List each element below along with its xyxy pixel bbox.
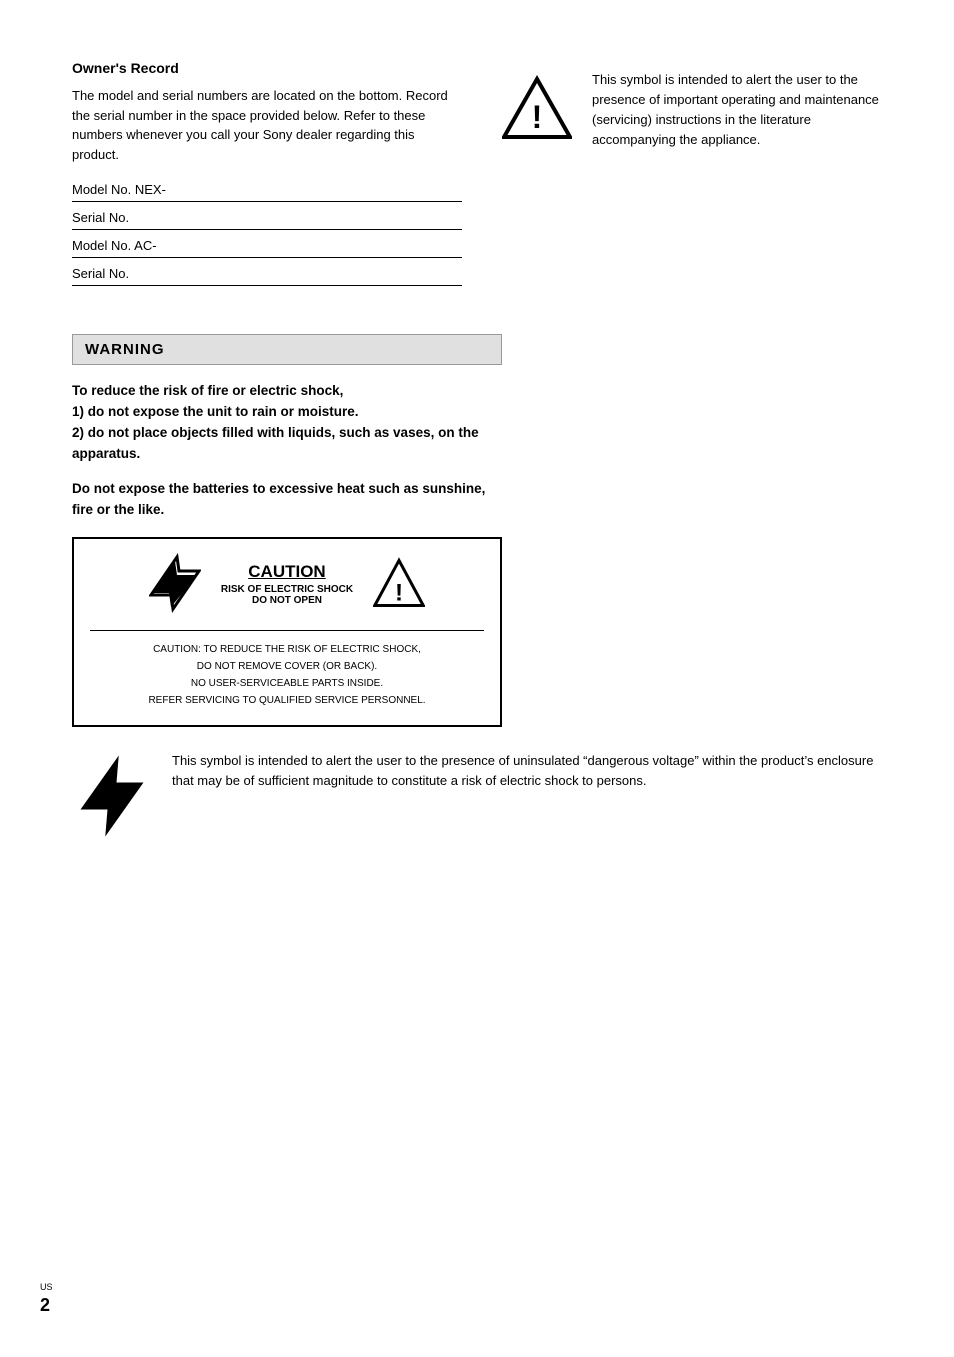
- right-symbol-text: This symbol is intended to alert the use…: [592, 70, 882, 151]
- lightning-symbol-section: This symbol is intended to alert the use…: [72, 751, 882, 844]
- svg-text:!: !: [532, 99, 543, 135]
- page-number: 2: [40, 1294, 53, 1317]
- caution-header: CAUTION RISK OF ELECTRIC SHOCKDO NOT OPE…: [90, 553, 484, 616]
- warning-box: WARNING: [72, 334, 502, 365]
- page: Owner's Record The model and serial numb…: [0, 0, 954, 1357]
- warning-title: WARNING: [85, 341, 165, 358]
- exclamation-triangle-icon-right: !: [373, 553, 425, 616]
- field-model-nex: Model No. NEX-: [72, 182, 462, 202]
- owners-record-title: Owner's Record: [72, 60, 462, 76]
- field-serial-2: Serial No.: [72, 266, 462, 286]
- lightning-bolt-icon-large: [72, 751, 152, 844]
- field-model-ac: Model No. AC-: [72, 238, 462, 258]
- caution-body-line-3: NO USER-SERVICEABLE PARTS INSIDE.: [90, 675, 484, 692]
- page-label: US: [40, 1282, 53, 1294]
- caution-heading: CAUTION: [221, 562, 353, 582]
- warning-battery-text: Do not expose the batteries to excessive…: [72, 479, 502, 521]
- warning-section: WARNING To reduce the risk of fire or el…: [72, 304, 882, 844]
- caution-body: CAUTION: TO REDUCE THE RISK OF ELECTRIC …: [90, 630, 484, 709]
- caution-subtext: RISK OF ELECTRIC SHOCKDO NOT OPEN: [221, 584, 353, 606]
- caution-box: CAUTION RISK OF ELECTRIC SHOCKDO NOT OPE…: [72, 537, 502, 727]
- caution-title-block: CAUTION RISK OF ELECTRIC SHOCKDO NOT OPE…: [221, 562, 353, 606]
- right-column: ! This symbol is intended to alert the u…: [502, 60, 882, 294]
- left-column: Owner's Record The model and serial numb…: [72, 60, 462, 294]
- lightning-bolt-icon-left: [149, 553, 201, 616]
- field-serial-1: Serial No.: [72, 210, 462, 230]
- owners-record-description: The model and serial numbers are located…: [72, 86, 462, 164]
- svg-text:!: !: [395, 579, 403, 606]
- page-footer: US 2: [40, 1282, 53, 1317]
- exclamation-triangle-icon: !: [502, 74, 572, 147]
- caution-body-line-2: DO NOT REMOVE COVER (OR BACK).: [90, 658, 484, 675]
- caution-body-line-1: CAUTION: TO REDUCE THE RISK OF ELECTRIC …: [90, 641, 484, 658]
- top-section: Owner's Record The model and serial numb…: [72, 60, 882, 294]
- lightning-symbol-text: This symbol is intended to alert the use…: [172, 751, 882, 791]
- caution-body-line-4: REFER SERVICING TO QUALIFIED SERVICE PER…: [90, 692, 484, 709]
- warning-fire-shock-text: To reduce the risk of fire or electric s…: [72, 381, 502, 465]
